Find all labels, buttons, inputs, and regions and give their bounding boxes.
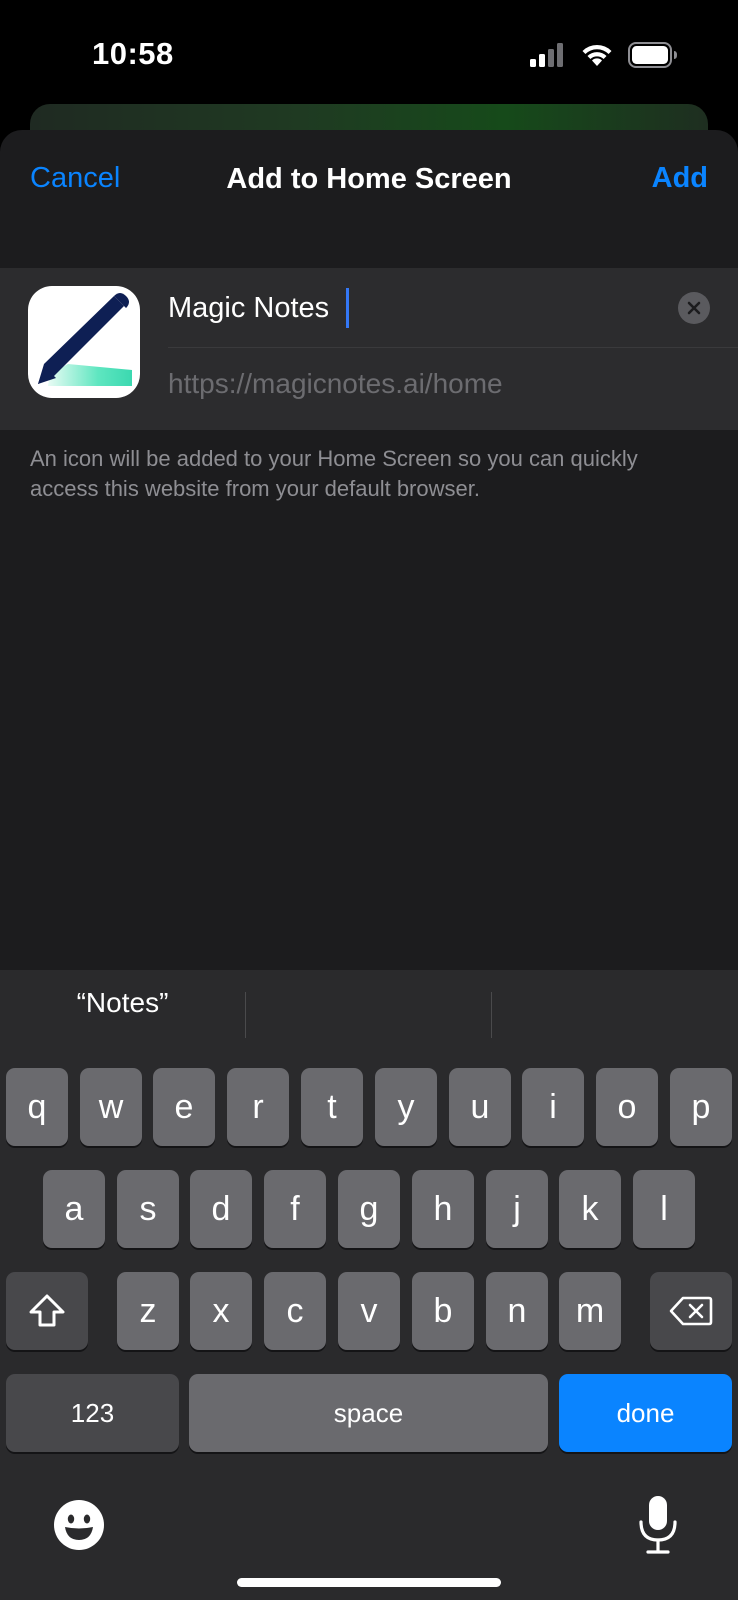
key-g[interactable]: g — [338, 1170, 400, 1248]
key-a[interactable]: a — [43, 1170, 105, 1248]
key-p[interactable]: p — [670, 1068, 732, 1146]
key-m[interactable]: m — [559, 1272, 621, 1350]
key-z[interactable]: z — [117, 1272, 179, 1350]
delete-key[interactable] — [650, 1272, 732, 1350]
key-j[interactable]: j — [486, 1170, 548, 1248]
key-c[interactable]: c — [264, 1272, 326, 1350]
key-v[interactable]: v — [338, 1272, 400, 1350]
battery-icon — [628, 42, 677, 68]
suggestion-1[interactable]: “Notes” — [0, 970, 245, 1036]
key-i[interactable]: i — [522, 1068, 584, 1146]
key-f[interactable]: f — [264, 1170, 326, 1248]
clear-button[interactable] — [678, 292, 710, 324]
key-e[interactable]: e — [153, 1068, 215, 1146]
add-to-home-sheet: Cancel Add to Home Screen Add Magic Note… — [0, 130, 738, 970]
cellular-signal-icon — [530, 43, 563, 67]
microphone-icon — [639, 1496, 677, 1554]
add-button[interactable]: Add — [652, 162, 708, 195]
key-b[interactable]: b — [412, 1272, 474, 1350]
name-input[interactable] — [168, 286, 648, 330]
app-icon-preview — [28, 286, 140, 398]
key-x[interactable]: x — [190, 1272, 252, 1350]
text-cursor — [346, 288, 349, 328]
wifi-icon — [582, 44, 612, 66]
url-text: https://magicnotes.ai/home — [168, 368, 503, 399]
suggestion-bar: “Notes” — [0, 970, 738, 1038]
key-t[interactable]: t — [301, 1068, 363, 1146]
description-text: An icon will be added to your Home Scree… — [30, 446, 638, 501]
key-l[interactable]: l — [633, 1170, 695, 1248]
key-n[interactable]: n — [486, 1272, 548, 1350]
sheet-title: Add to Home Screen — [226, 163, 512, 195]
keyboard: “Notes” q w e r t y u i o p a s d f g h … — [0, 970, 738, 1600]
numbers-key[interactable]: 123 — [6, 1374, 179, 1452]
key-y[interactable]: y — [375, 1068, 437, 1146]
status-icons — [530, 40, 678, 70]
key-w[interactable]: w — [80, 1068, 142, 1146]
space-key[interactable]: space — [189, 1374, 548, 1452]
key-h[interactable]: h — [412, 1170, 474, 1248]
key-q[interactable]: q — [6, 1068, 68, 1146]
dictation-button[interactable] — [636, 1494, 680, 1556]
shift-key[interactable] — [6, 1272, 88, 1350]
key-s[interactable]: s — [117, 1170, 179, 1248]
emoji-icon — [54, 1500, 104, 1550]
key-k[interactable]: k — [559, 1170, 621, 1248]
done-key[interactable]: done — [559, 1374, 732, 1452]
delete-icon — [669, 1296, 713, 1326]
key-u[interactable]: u — [449, 1068, 511, 1146]
shift-icon — [29, 1294, 65, 1327]
clear-icon — [687, 301, 701, 315]
key-r[interactable]: r — [227, 1068, 289, 1146]
emoji-button[interactable] — [52, 1498, 106, 1552]
name-row — [168, 268, 738, 348]
screen: 10:58 Cancel Add to Home Screen Add Magi… — [0, 0, 738, 1600]
suggestion-2[interactable] — [246, 970, 491, 1036]
status-time: 10:58 — [92, 36, 174, 71]
app-pencil-icon — [38, 293, 132, 386]
key-o[interactable]: o — [596, 1068, 658, 1146]
key-d[interactable]: d — [190, 1170, 252, 1248]
suggestion-3[interactable] — [492, 970, 737, 1036]
home-indicator — [237, 1578, 501, 1587]
